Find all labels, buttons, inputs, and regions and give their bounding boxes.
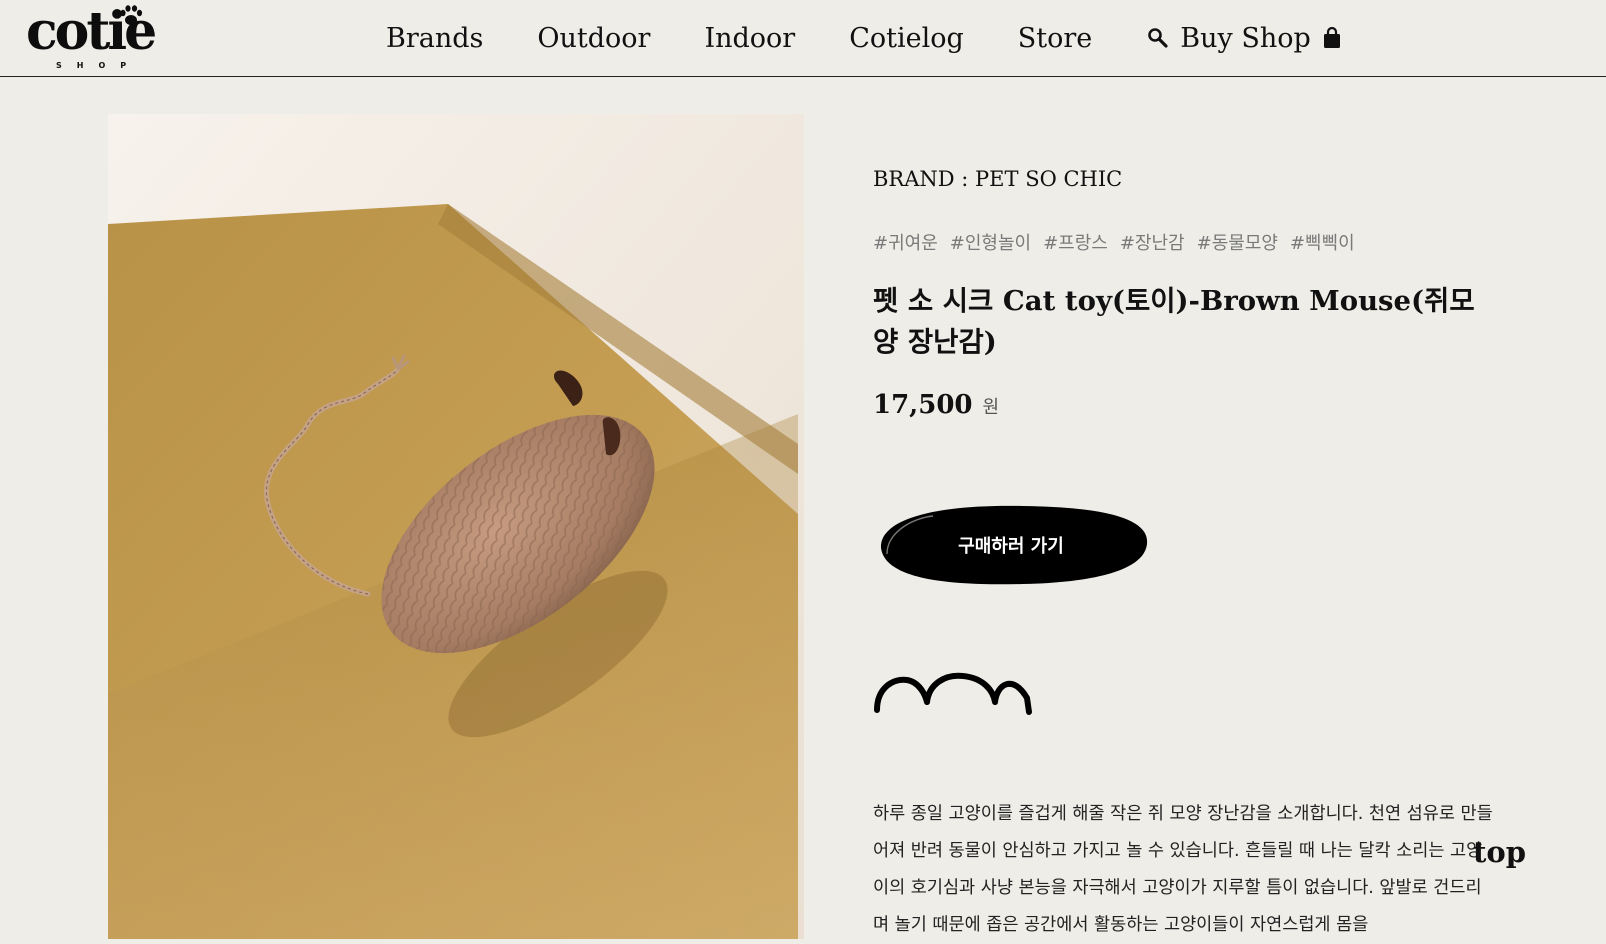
main-nav: Brands Outdoor Indoor Cotielog Store Buy… [386, 18, 1343, 58]
nav-buy-shop[interactable]: Buy Shop [1180, 23, 1311, 54]
tag[interactable]: #귀여운 [873, 229, 938, 255]
tag[interactable]: #동물모양 [1197, 229, 1278, 255]
tag[interactable]: #삑삑이 [1290, 229, 1355, 255]
logo-subtitle: SHOP [56, 61, 142, 70]
product-title: 펫 소 시크 Cat toy(토이)-Brown Mouse(쥐모양 장난감) [873, 285, 1475, 358]
paw-icon [120, 5, 143, 25]
currency-unit: 원 [982, 397, 1000, 418]
nav-store[interactable]: Store [1018, 23, 1093, 54]
product-photo [108, 114, 804, 939]
site-header: cotie SHOP Brands Outdoor Indoor Cotielo… [0, 0, 1606, 77]
product-price: 17,500 [873, 390, 973, 420]
product-brand[interactable]: BRAND : PET SO CHIC [873, 167, 1122, 191]
logo[interactable]: cotie SHOP [26, 4, 176, 72]
price-row: 17,500 원 [873, 390, 999, 420]
search-icon[interactable] [1146, 26, 1170, 50]
buy-shop-link[interactable]: Buy Shop [1146, 23, 1343, 54]
nav-outdoor[interactable]: Outdoor [537, 23, 650, 54]
buy-button[interactable]: 구매하러 가기 [873, 498, 1149, 592]
nav-brands[interactable]: Brands [386, 23, 483, 54]
product-description: 하루 종일 고양이를 즐겁게 해줄 작은 쥐 모양 장난감을 소개합니다. 천연… [873, 804, 1493, 935]
shopping-bag-icon[interactable] [1321, 26, 1343, 50]
nav-cotielog[interactable]: Cotielog [849, 23, 964, 54]
tag[interactable]: #프랑스 [1043, 229, 1108, 255]
tag-list: #귀여운 #인형놀이 #프랑스 #장난감 #동물모양 #삑삑이 [873, 229, 1355, 255]
tag[interactable]: #인형놀이 [950, 229, 1031, 255]
tag[interactable]: #장난감 [1120, 229, 1185, 255]
nav-indoor[interactable]: Indoor [704, 23, 795, 54]
buy-button-label[interactable]: 구매하러 가기 [873, 498, 1149, 592]
wave-divider [874, 672, 1032, 715]
product-image[interactable] [108, 114, 804, 939]
scroll-top-button[interactable]: top [1473, 835, 1526, 869]
